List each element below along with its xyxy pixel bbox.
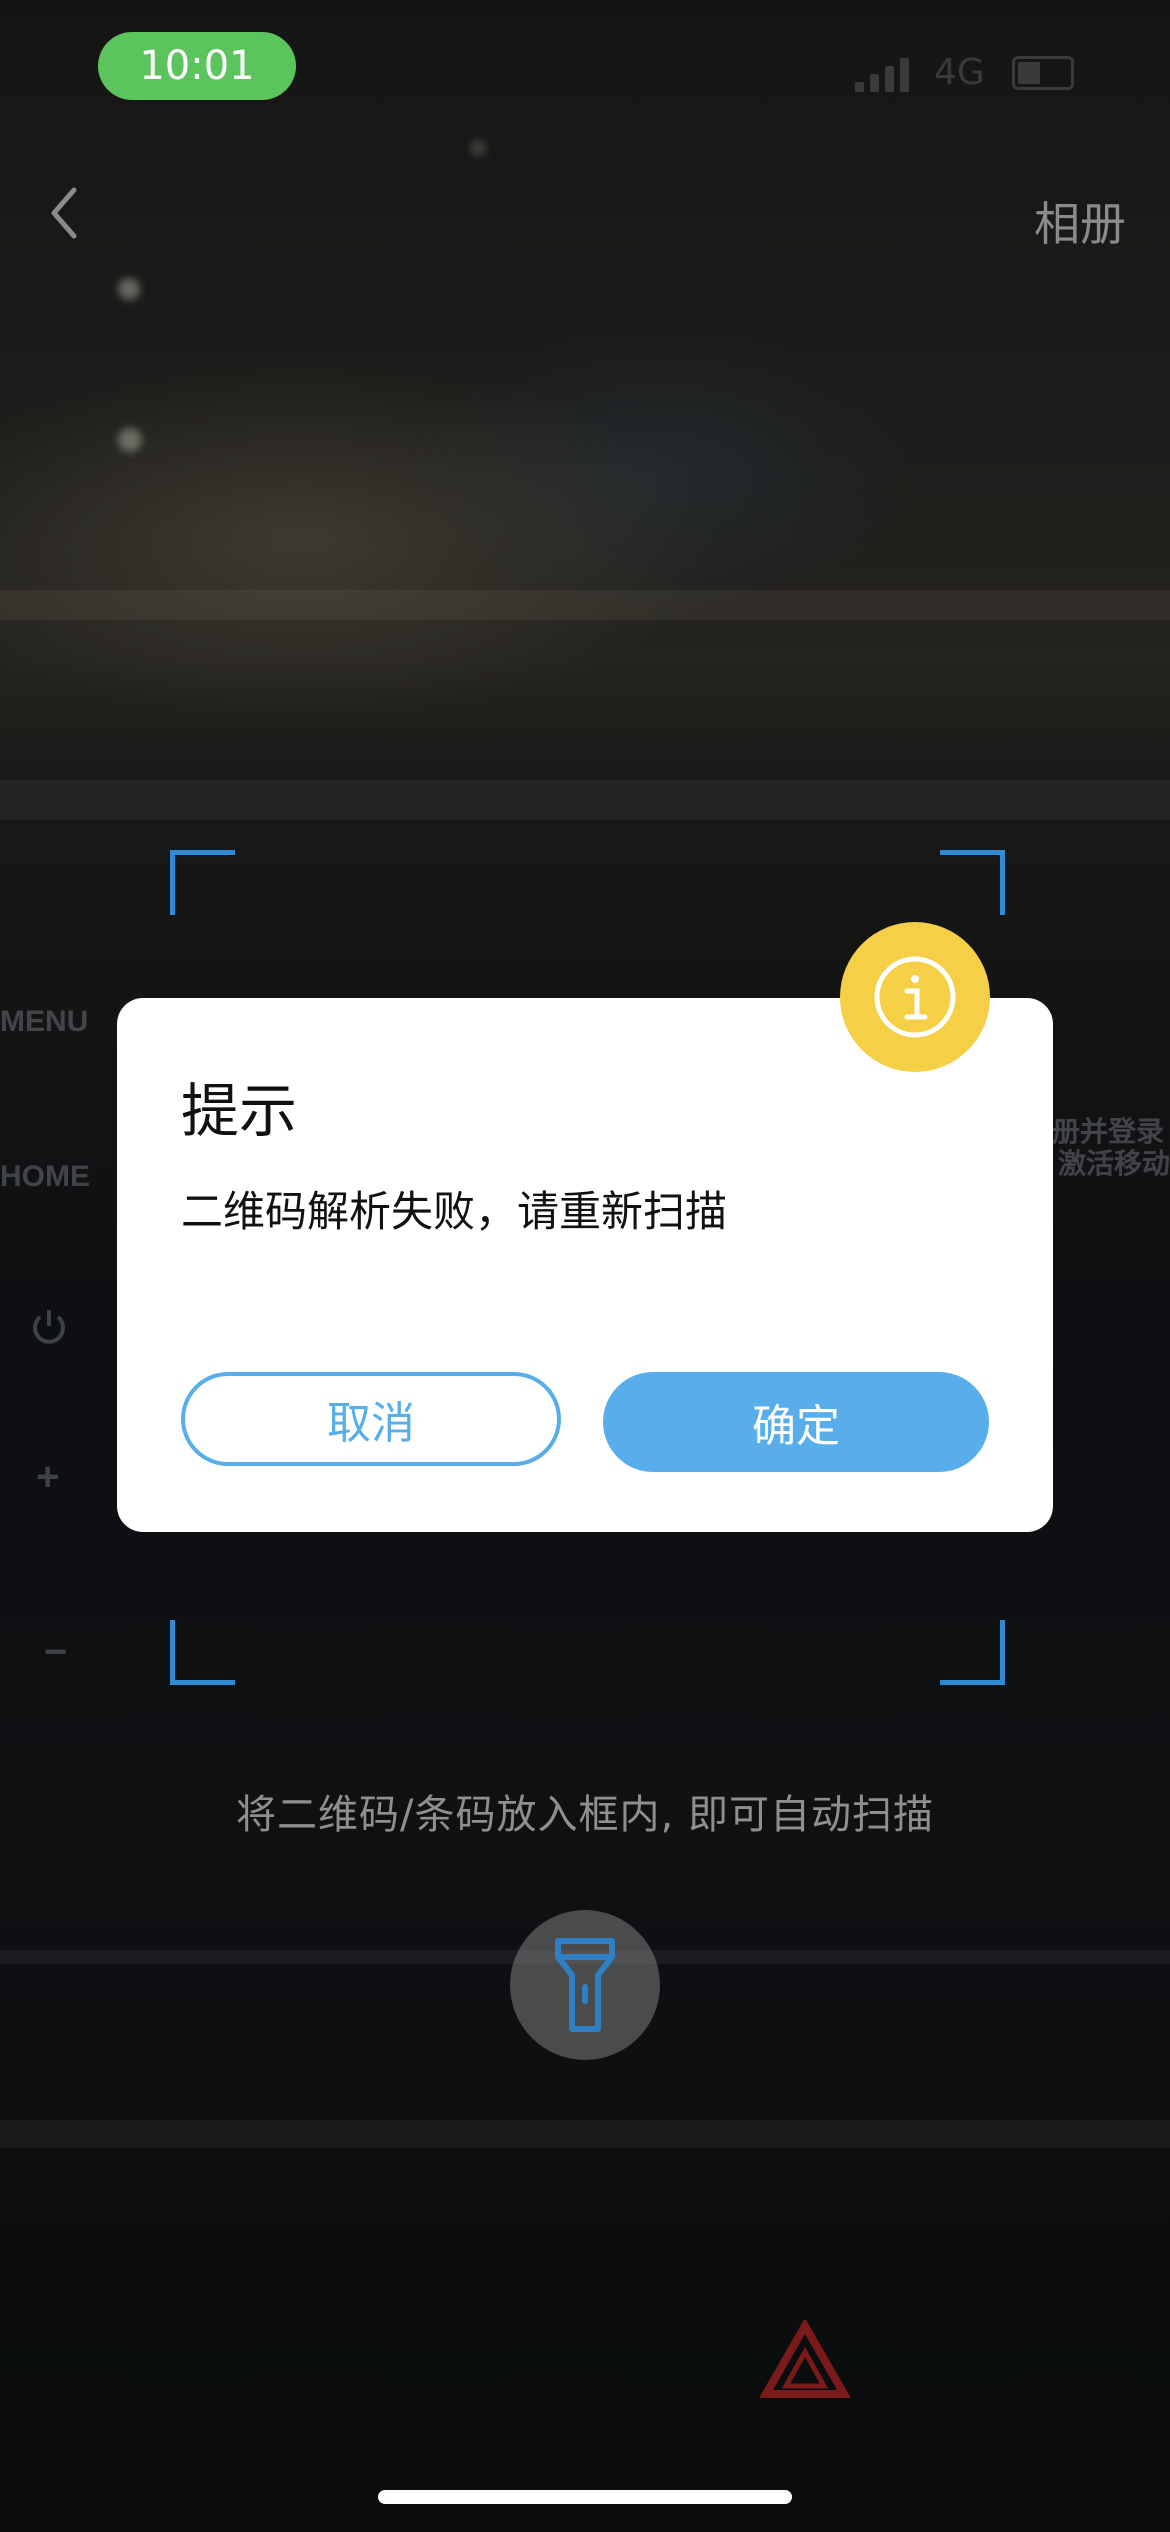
flashlight-icon bbox=[555, 1938, 615, 2032]
scan-frame-corner bbox=[940, 1620, 1005, 1685]
scan-hint: 将二维码/条码放入框内, 即可自动扫描 bbox=[236, 1792, 934, 1838]
cancel-button[interactable]: 取消 bbox=[181, 1372, 561, 1466]
back-button[interactable] bbox=[40, 178, 100, 248]
info-icon bbox=[874, 956, 956, 1038]
alert-dialog: 提示 二维码解析失败，请重新扫描 取消 确定 bbox=[117, 998, 1053, 1532]
status-time: 10:01 bbox=[98, 32, 296, 100]
chevron-left-icon bbox=[51, 187, 77, 239]
info-badge bbox=[840, 922, 990, 1072]
home-indicator bbox=[378, 2490, 792, 2504]
scan-frame-corner bbox=[940, 850, 1005, 915]
scan-frame-corner bbox=[170, 850, 235, 915]
network-type: 4G bbox=[934, 52, 985, 93]
hazard-warning-icon bbox=[760, 2320, 850, 2398]
signal-icon bbox=[855, 58, 909, 92]
battery-icon bbox=[1012, 56, 1074, 90]
album-button[interactable]: 相册 bbox=[1034, 188, 1126, 254]
flashlight-button[interactable] bbox=[510, 1910, 660, 2060]
dialog-message: 二维码解析失败，请重新扫描 bbox=[181, 1187, 728, 1236]
scan-frame-corner bbox=[170, 1620, 235, 1685]
confirm-button[interactable]: 确定 bbox=[603, 1372, 989, 1472]
dialog-title: 提示 bbox=[181, 1077, 298, 1145]
